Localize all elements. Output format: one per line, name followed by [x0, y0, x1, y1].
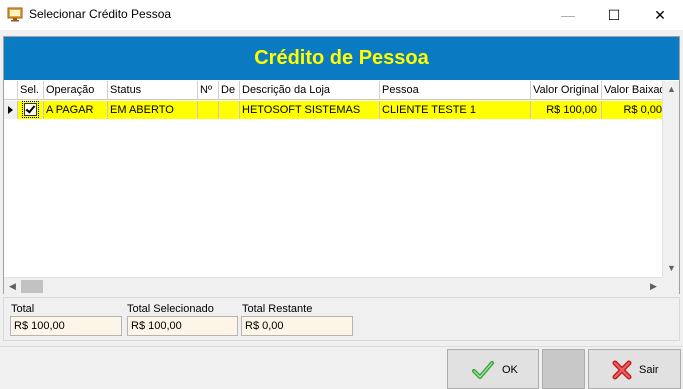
status-cell[interactable]: EM ABERTO [108, 101, 198, 119]
total-field: R$ 100,00 [10, 316, 122, 336]
main-panel: Crédito de Pessoa Sel. Operação Status N… [3, 36, 680, 294]
column-header-valor-original[interactable]: Valor Original [531, 81, 602, 100]
column-header-indicator [4, 81, 18, 100]
column-header-pessoa[interactable]: Pessoa [380, 81, 531, 100]
scroll-left-icon[interactable]: ◀ [4, 278, 21, 294]
operacao-cell[interactable]: A PAGAR [44, 101, 108, 119]
grid-header: Sel. Operação Status Nº De Descrição da … [4, 81, 662, 100]
descricao-loja-cell[interactable]: HETOSOFT SISTEMAS [240, 101, 380, 119]
sel-cell[interactable] [18, 101, 44, 119]
scroll-up-icon[interactable]: ▲ [663, 81, 679, 98]
ok-button[interactable]: OK [447, 349, 539, 389]
close-icon: ✕ [654, 7, 666, 23]
app-icon [7, 7, 23, 22]
horizontal-scroll-thumb[interactable] [21, 280, 43, 293]
maximize-icon: ☐ [607, 7, 621, 23]
window-title: Selecionar Crédito Pessoa [29, 7, 172, 21]
current-row-arrow-icon [8, 106, 13, 114]
column-header-operacao[interactable]: Operação [44, 81, 108, 100]
vertical-scrollbar[interactable]: ▲ ▼ [662, 81, 679, 277]
credits-grid[interactable]: Sel. Operação Status Nº De Descrição da … [4, 81, 679, 294]
blank-button[interactable] [542, 349, 585, 389]
scroll-down-icon[interactable]: ▼ [663, 260, 679, 277]
column-header-valor-baixado[interactable]: Valor Baixado [602, 81, 662, 100]
scroll-corner [662, 277, 679, 294]
close-button[interactable]: ✕ [637, 0, 683, 30]
totals-panel: Total R$ 100,00 Total Selecionado R$ 100… [3, 297, 680, 341]
close-x-icon [612, 360, 632, 380]
valor-original-cell[interactable]: R$ 100,00 [531, 101, 602, 119]
total-selecionado-field: R$ 100,00 [127, 316, 238, 336]
sair-button[interactable]: Sair [588, 349, 681, 389]
button-bar: OK Sair [0, 346, 683, 389]
total-selecionado-label: Total Selecionado [127, 303, 214, 315]
de-cell[interactable] [219, 101, 240, 119]
column-header-descricao-loja[interactable]: Descrição da Loja [240, 81, 380, 100]
sair-label: Sair [639, 364, 659, 376]
column-header-status[interactable]: Status [108, 81, 198, 100]
valor-baixado-cell[interactable]: R$ 0,00 [602, 101, 662, 119]
select-checkbox[interactable] [22, 101, 39, 118]
title-bar: Selecionar Crédito Pessoa — ☐ ✕ [0, 0, 683, 30]
page-title: Crédito de Pessoa [4, 37, 679, 80]
total-restante-label: Total Restante [242, 303, 313, 315]
checkmark-icon [472, 361, 494, 379]
minimize-icon: — [561, 7, 575, 23]
column-header-sel[interactable]: Sel. [18, 81, 44, 100]
horizontal-scrollbar[interactable]: ◀ ▶ [4, 277, 662, 294]
maximize-button[interactable]: ☐ [591, 0, 637, 30]
table-row[interactable]: A PAGAR EM ABERTO HETOSOFT SISTEMAS CLIE… [4, 101, 662, 119]
numero-cell[interactable] [198, 101, 219, 119]
total-restante-field: R$ 0,00 [241, 316, 353, 336]
column-header-de[interactable]: De [219, 81, 240, 100]
ok-label: OK [502, 364, 518, 376]
column-header-numero[interactable]: Nº [198, 81, 219, 100]
check-icon [25, 103, 36, 114]
minimize-button[interactable]: — [545, 0, 591, 30]
total-label: Total [11, 303, 35, 315]
pessoa-cell[interactable]: CLIENTE TESTE 1 [380, 101, 531, 119]
scroll-right-icon[interactable]: ▶ [645, 278, 662, 294]
row-indicator [4, 101, 18, 119]
